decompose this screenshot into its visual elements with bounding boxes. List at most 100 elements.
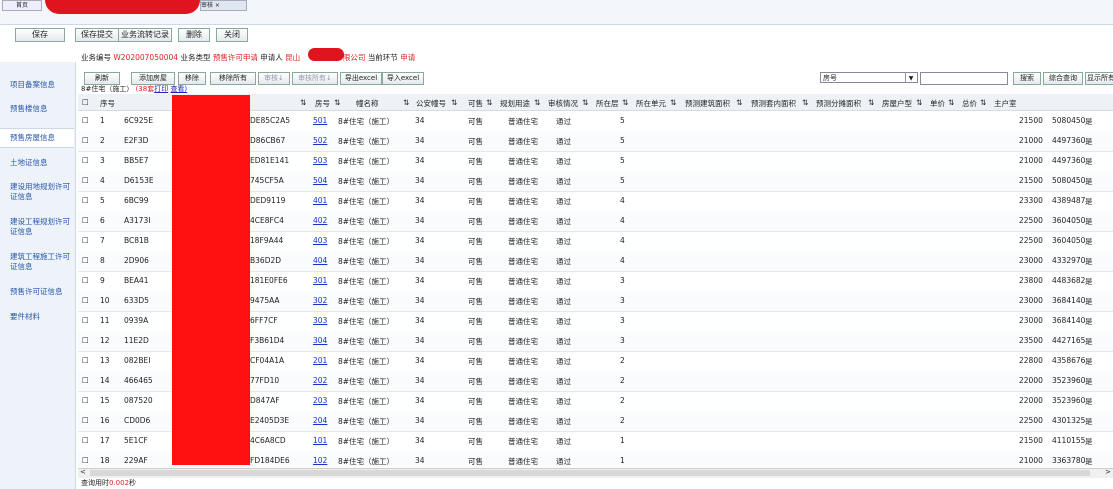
col-floor[interactable]: 所在层 <box>596 98 619 109</box>
sidebar-item-building[interactable]: 预售楼信息 <box>0 104 74 114</box>
col-main[interactable]: 主户室 <box>994 98 1017 109</box>
row-room-link[interactable]: 402 <box>313 216 327 225</box>
tab-home[interactable]: 首页 <box>2 0 42 11</box>
sidebar-item-presale[interactable]: 预售许可证信息 <box>0 287 74 297</box>
row-checkbox[interactable]: ☐ <box>82 276 89 285</box>
sort-icon[interactable]: ⇅ <box>622 98 628 107</box>
row-checkbox[interactable]: ☐ <box>82 316 89 325</box>
row-room-link[interactable]: 301 <box>313 276 327 285</box>
sort-icon[interactable]: ⇅ <box>916 98 922 107</box>
row-room-link[interactable]: 302 <box>313 296 327 305</box>
scrollbar-thumb[interactable] <box>90 470 1090 476</box>
sort-icon[interactable]: ⇅ <box>534 98 540 107</box>
row-room-link[interactable]: 203 <box>313 396 327 405</box>
scroll-right-icon[interactable]: > <box>1105 468 1111 476</box>
col-price[interactable]: 单价 <box>930 98 945 109</box>
row-checkbox[interactable]: ☐ <box>82 176 89 185</box>
sidebar-item-land[interactable]: 土地证信息 <box>0 158 74 168</box>
row-room-link[interactable]: 501 <box>313 116 327 125</box>
sidebar-item-project-plan[interactable]: 建设工程规划许可证信息 <box>0 217 74 237</box>
row-room-link[interactable]: 503 <box>313 156 327 165</box>
show-all-button[interactable]: 显示所有 <box>1085 72 1113 85</box>
row-checkbox[interactable]: ☐ <box>82 336 89 345</box>
col-sellable[interactable]: 可售 <box>468 98 483 109</box>
row-checkbox[interactable]: ☐ <box>82 376 89 385</box>
sort-icon[interactable]: ⇅ <box>300 98 306 107</box>
save-submit-button[interactable]: 保存提交 <box>75 28 119 42</box>
row-checkbox[interactable]: ☐ <box>82 156 89 165</box>
col-public-no[interactable]: 公安幢号 <box>416 98 446 109</box>
row-room-link[interactable]: 204 <box>313 416 327 425</box>
flow-record-button[interactable]: 业务流转记录 <box>118 28 172 42</box>
col-house-type[interactable]: 房屋户型 <box>882 98 912 109</box>
remove-all-button[interactable]: 移除所有 <box>210 72 256 85</box>
row-room-link[interactable]: 401 <box>313 196 327 205</box>
row-checkbox[interactable]: ☐ <box>82 116 89 125</box>
sort-icon[interactable]: ⇅ <box>486 98 492 107</box>
row-checkbox[interactable]: ☐ <box>82 296 89 305</box>
row-room-link[interactable]: 102 <box>313 456 327 465</box>
row-checkbox[interactable]: ☐ <box>82 236 89 245</box>
sort-icon[interactable]: ⇅ <box>948 98 954 107</box>
sidebar-item-land-plan[interactable]: 建设用地规划许可证信息 <box>0 182 74 202</box>
row-checkbox[interactable]: ☐ <box>82 416 89 425</box>
sort-icon[interactable]: ⇅ <box>802 98 808 107</box>
print-link[interactable]: 打印 <box>154 85 168 93</box>
sort-icon[interactable]: ⇅ <box>670 98 676 107</box>
col-pre-inner[interactable]: 预测套内面积 <box>751 98 796 109</box>
col-pre-area[interactable]: 预测建筑面积 <box>685 98 730 109</box>
row-checkbox[interactable]: ☐ <box>82 216 89 225</box>
sort-icon[interactable]: ⇅ <box>582 98 588 107</box>
col-total[interactable]: 总价 <box>962 98 977 109</box>
row-room-link[interactable]: 504 <box>313 176 327 185</box>
row-checkbox[interactable]: ☐ <box>82 436 89 445</box>
col-review[interactable]: 审核情况 <box>548 98 578 109</box>
col-building[interactable]: 幢名称 <box>356 98 379 109</box>
row-checkbox[interactable]: ☐ <box>82 356 89 365</box>
select-all-checkbox[interactable]: ☐ <box>82 98 89 107</box>
delete-button[interactable]: 删除 <box>178 28 210 42</box>
review-button[interactable]: 审核↓ <box>258 72 290 85</box>
row-checkbox[interactable]: ☐ <box>82 136 89 145</box>
sidebar-item-project[interactable]: 项目备案信息 <box>0 80 74 90</box>
row-room-link[interactable]: 101 <box>313 436 327 445</box>
review-all-button[interactable]: 审核所有↓ <box>292 72 338 85</box>
row-room-link[interactable]: 502 <box>313 136 327 145</box>
save-button[interactable]: 保存 <box>15 28 65 42</box>
row-checkbox[interactable]: ☐ <box>82 196 89 205</box>
search-input[interactable] <box>920 72 1008 85</box>
row-room-link[interactable]: 403 <box>313 236 327 245</box>
sort-icon[interactable]: ⇅ <box>403 98 409 107</box>
close-button[interactable]: 关闭 <box>216 28 248 42</box>
sort-icon[interactable]: ⇅ <box>334 98 340 107</box>
search-button[interactable]: 搜索 <box>1013 72 1041 85</box>
sort-icon[interactable]: ⇅ <box>980 98 986 107</box>
sidebar-item-house[interactable]: 预售房屋信息 <box>0 128 74 148</box>
tab-current[interactable]: 审核 × <box>200 0 247 11</box>
row-checkbox[interactable]: ☐ <box>82 256 89 265</box>
view-link[interactable]: 查看) <box>170 85 187 93</box>
row-checkbox[interactable]: ☐ <box>82 456 89 465</box>
col-seq[interactable]: 序号 <box>100 98 115 109</box>
horizontal-scrollbar[interactable]: < > <box>78 468 1113 478</box>
col-usage[interactable]: 规划用途 <box>500 98 530 109</box>
row-room-link[interactable]: 404 <box>313 256 327 265</box>
combo-query-button[interactable]: 综合查询 <box>1043 72 1083 85</box>
row-checkbox[interactable]: ☐ <box>82 396 89 405</box>
export-excel-button[interactable]: 导出excel <box>340 72 382 85</box>
sort-icon[interactable]: ⇅ <box>736 98 742 107</box>
sort-icon[interactable]: ⇅ <box>868 98 874 107</box>
scroll-left-icon[interactable]: < <box>80 468 86 476</box>
col-room[interactable]: 房号 <box>315 98 330 109</box>
import-excel-button[interactable]: 导入excel <box>382 72 424 85</box>
sidebar-item-construction[interactable]: 建筑工程施工许可证信息 <box>0 252 74 272</box>
row-room-link[interactable]: 304 <box>313 336 327 345</box>
sidebar-item-docs[interactable]: 要件材料 <box>0 312 74 322</box>
row-room-link[interactable]: 202 <box>313 376 327 385</box>
row-room-link[interactable]: 303 <box>313 316 327 325</box>
field-select[interactable]: 房号 ▼ <box>820 72 918 83</box>
col-unit[interactable]: 所在单元 <box>636 98 666 109</box>
col-pre-share[interactable]: 预测分摊面积 <box>816 98 861 109</box>
row-room-link[interactable]: 201 <box>313 356 327 365</box>
sort-icon[interactable]: ⇅ <box>451 98 457 107</box>
